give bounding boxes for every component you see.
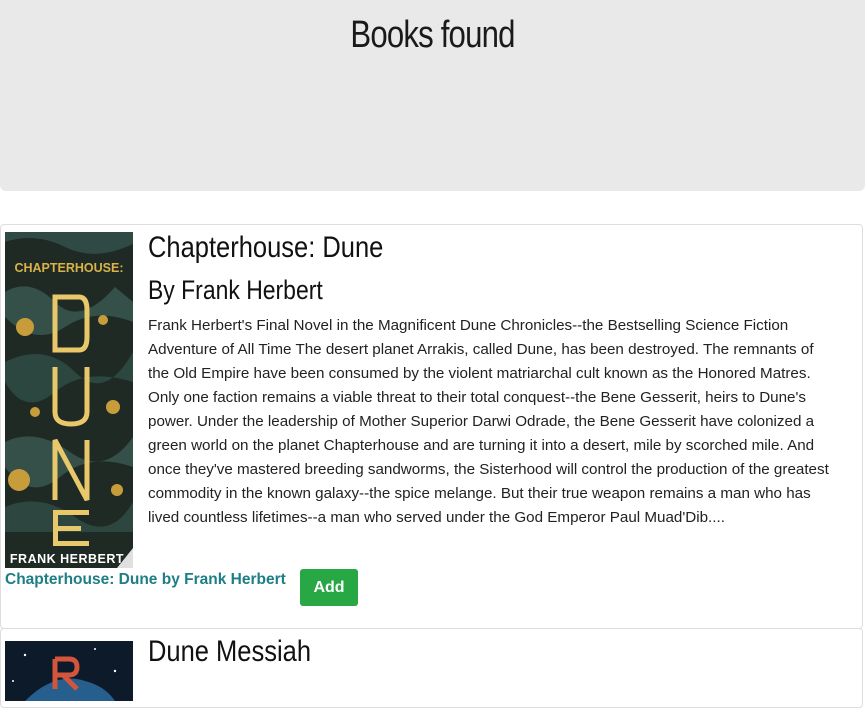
book-title: Dune Messiah — [148, 635, 312, 668]
page-header: Books found — [0, 0, 865, 191]
book-author: By Frank Herbert — [148, 275, 323, 305]
page-title: Books found — [350, 14, 515, 56]
book-card: CHAPTERHOUSE: FRANK HERBERT Chapterhouse… — [0, 224, 863, 629]
cover-author-text: FRANK HERBERT — [10, 552, 124, 566]
book-description: Frank Herbert's Final Novel in the Magni… — [148, 317, 829, 526]
add-button[interactable]: Add — [300, 569, 358, 606]
book-link[interactable]: Chapterhouse: Dune by Frank Herbert — [5, 571, 286, 589]
book-card: Dune Messiah — [0, 628, 863, 708]
cover-top-text: CHAPTERHOUSE: — [14, 261, 123, 275]
book-cover-image: CHAPTERHOUSE: FRANK HERBERT — [5, 232, 133, 568]
book-title: Chapterhouse: Dune — [148, 231, 384, 264]
book-cover-image — [5, 641, 133, 701]
